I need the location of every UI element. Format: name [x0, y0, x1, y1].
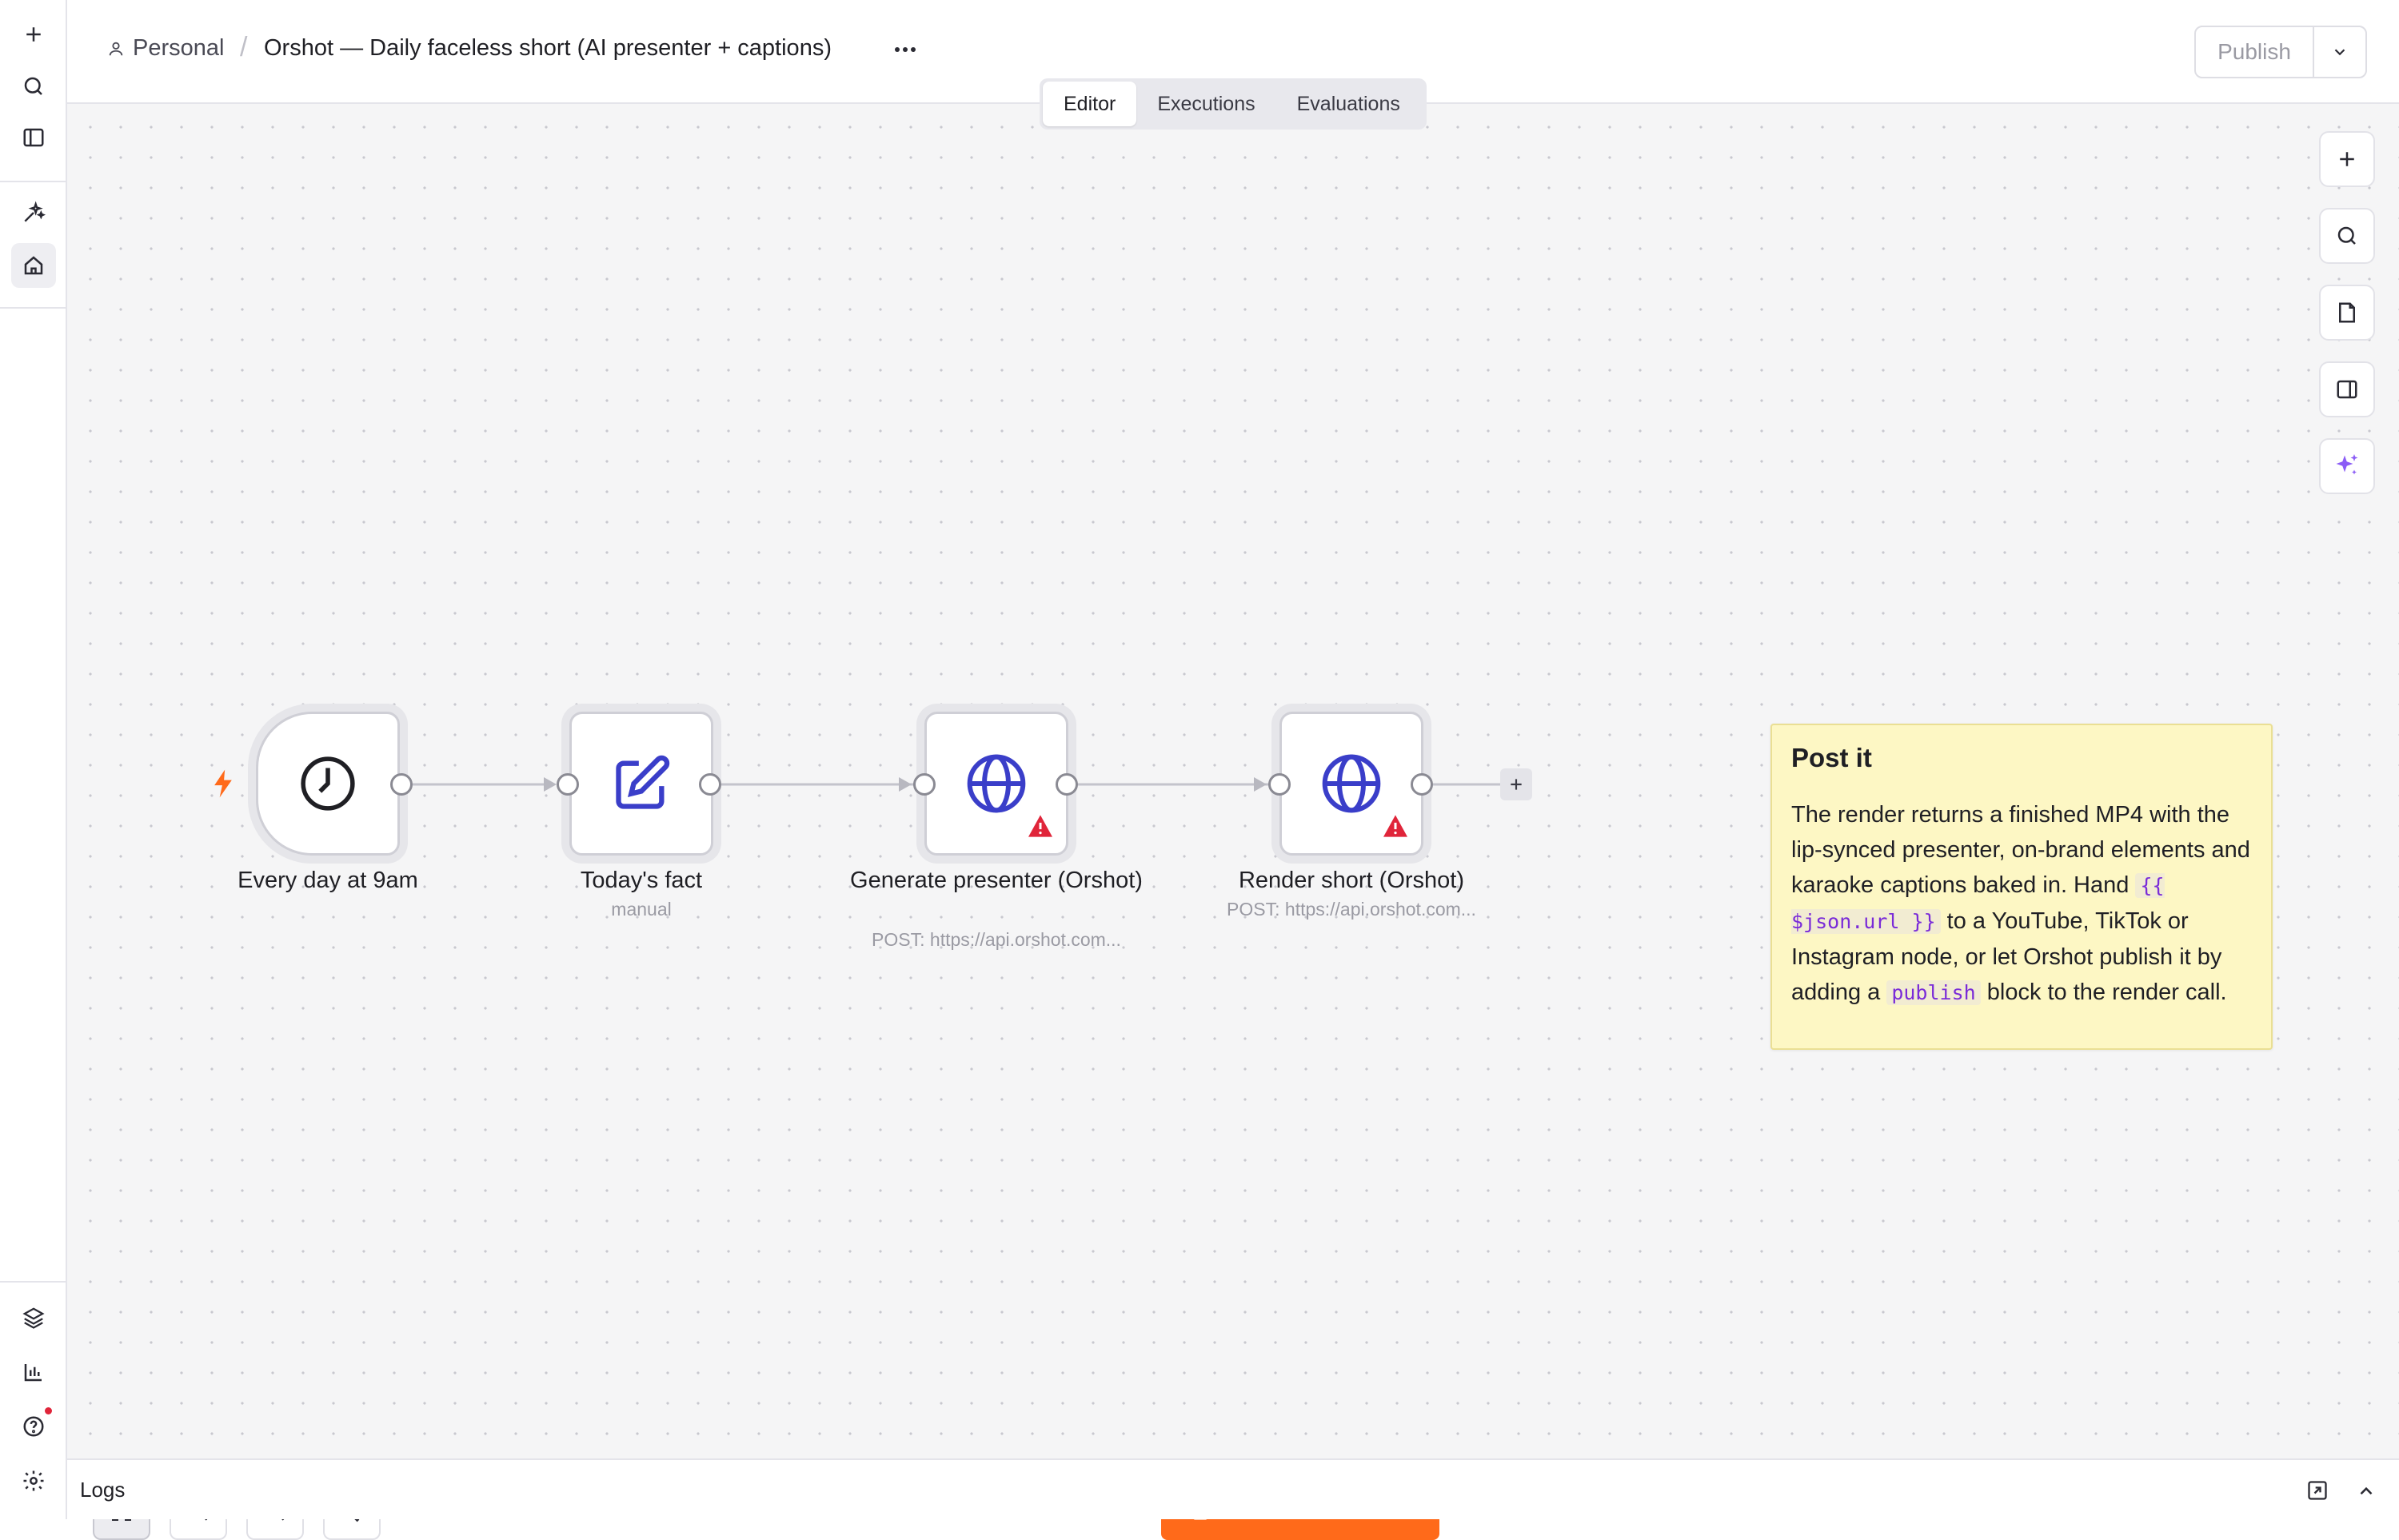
search-icon[interactable] — [11, 64, 56, 109]
warning-icon[interactable] — [1027, 814, 1054, 838]
arrow-head — [544, 777, 557, 792]
node-label: Render short (Orshot) — [1238, 868, 1465, 893]
layers-icon[interactable] — [11, 1295, 56, 1340]
workflow-title[interactable]: Orshot — Daily faceless short (AI presen… — [264, 35, 832, 62]
output-port[interactable] — [1411, 773, 1433, 796]
sparkle-icon[interactable] — [11, 190, 56, 235]
node-subtitle: manual — [611, 899, 672, 920]
sidebar-icon[interactable] — [11, 115, 56, 160]
chart-icon[interactable] — [11, 1350, 56, 1394]
home-icon[interactable] — [11, 243, 56, 288]
output-port[interactable] — [1056, 773, 1078, 796]
trigger-bolt-icon — [214, 769, 232, 798]
node-subtitle: POST: https://api.orshot.com... — [872, 929, 1121, 950]
workflow-canvas[interactable]: Every day at 9am Today's fact manual Gen… — [67, 104, 2399, 1540]
tab-evaluations[interactable]: Evaluations — [1276, 82, 1421, 126]
gear-icon[interactable] — [11, 1458, 56, 1503]
add-node-plus-icon[interactable] — [2319, 131, 2375, 187]
ai-sparkle-icon[interactable] — [2319, 438, 2375, 494]
plus-icon[interactable] — [11, 12, 56, 57]
output-port[interactable] — [390, 773, 413, 796]
sticky-code: publish — [1886, 980, 1981, 1005]
breadcrumb-workspace-label: Personal — [133, 35, 225, 61]
input-port[interactable] — [913, 773, 936, 796]
node-schedule-trigger[interactable] — [256, 712, 400, 856]
publish-button[interactable]: Publish — [2196, 27, 2314, 77]
publish-button-group: Publish — [2194, 26, 2367, 78]
breadcrumb-workspace[interactable]: Personal — [107, 35, 224, 62]
node-subtitle: POST: https://api.orshot.com... — [1227, 899, 1476, 920]
chevron-up-icon[interactable] — [2356, 1481, 2377, 1502]
sticky-note[interactable]: Post it The render returns a finished MP… — [1770, 724, 2273, 1050]
view-tabs: Editor Executions Evaluations — [1040, 78, 1427, 130]
output-port[interactable] — [699, 773, 721, 796]
arrow-head — [1254, 777, 1267, 792]
logs-label: Logs — [80, 1478, 126, 1502]
node-set-fact[interactable] — [569, 712, 713, 856]
node-label: Every day at 9am — [238, 868, 418, 893]
sticky-body: The render returns a finished MP4 with t… — [1791, 797, 2252, 1011]
tab-executions[interactable]: Executions — [1136, 82, 1275, 126]
globe-icon — [1322, 754, 1381, 813]
breadcrumb-separator: / — [240, 32, 248, 62]
left-rail — [0, 0, 67, 1519]
warning-icon[interactable] — [1382, 814, 1409, 838]
input-port[interactable] — [557, 773, 579, 796]
node-label: Today's fact — [580, 868, 703, 893]
sticky-text: block to the render call. — [1980, 979, 2227, 1005]
canvas-search-icon[interactable] — [2319, 208, 2375, 264]
tab-editor[interactable]: Editor — [1043, 82, 1137, 126]
clock-icon — [301, 756, 355, 811]
sticky-note-icon[interactable] — [2319, 285, 2375, 341]
popout-icon[interactable] — [2306, 1479, 2329, 1502]
chevron-down-icon[interactable] — [2314, 27, 2365, 77]
add-node-icon[interactable] — [1500, 768, 1532, 800]
edit-icon — [616, 755, 670, 809]
sticky-title: Post it — [1791, 743, 1872, 772]
more-options-icon[interactable] — [888, 32, 923, 67]
notification-dot — [45, 1407, 52, 1414]
input-port[interactable] — [1268, 773, 1291, 796]
panel-icon[interactable] — [2319, 361, 2375, 417]
node-label: Generate presenter (Orshot) — [850, 868, 1143, 893]
user-icon — [109, 42, 123, 55]
globe-icon — [967, 754, 1026, 813]
logs-panel-bar[interactable]: Logs — [67, 1458, 2399, 1519]
arrow-head — [899, 777, 912, 792]
sticky-text: The render returns a finished MP4 with t… — [1791, 802, 2250, 898]
